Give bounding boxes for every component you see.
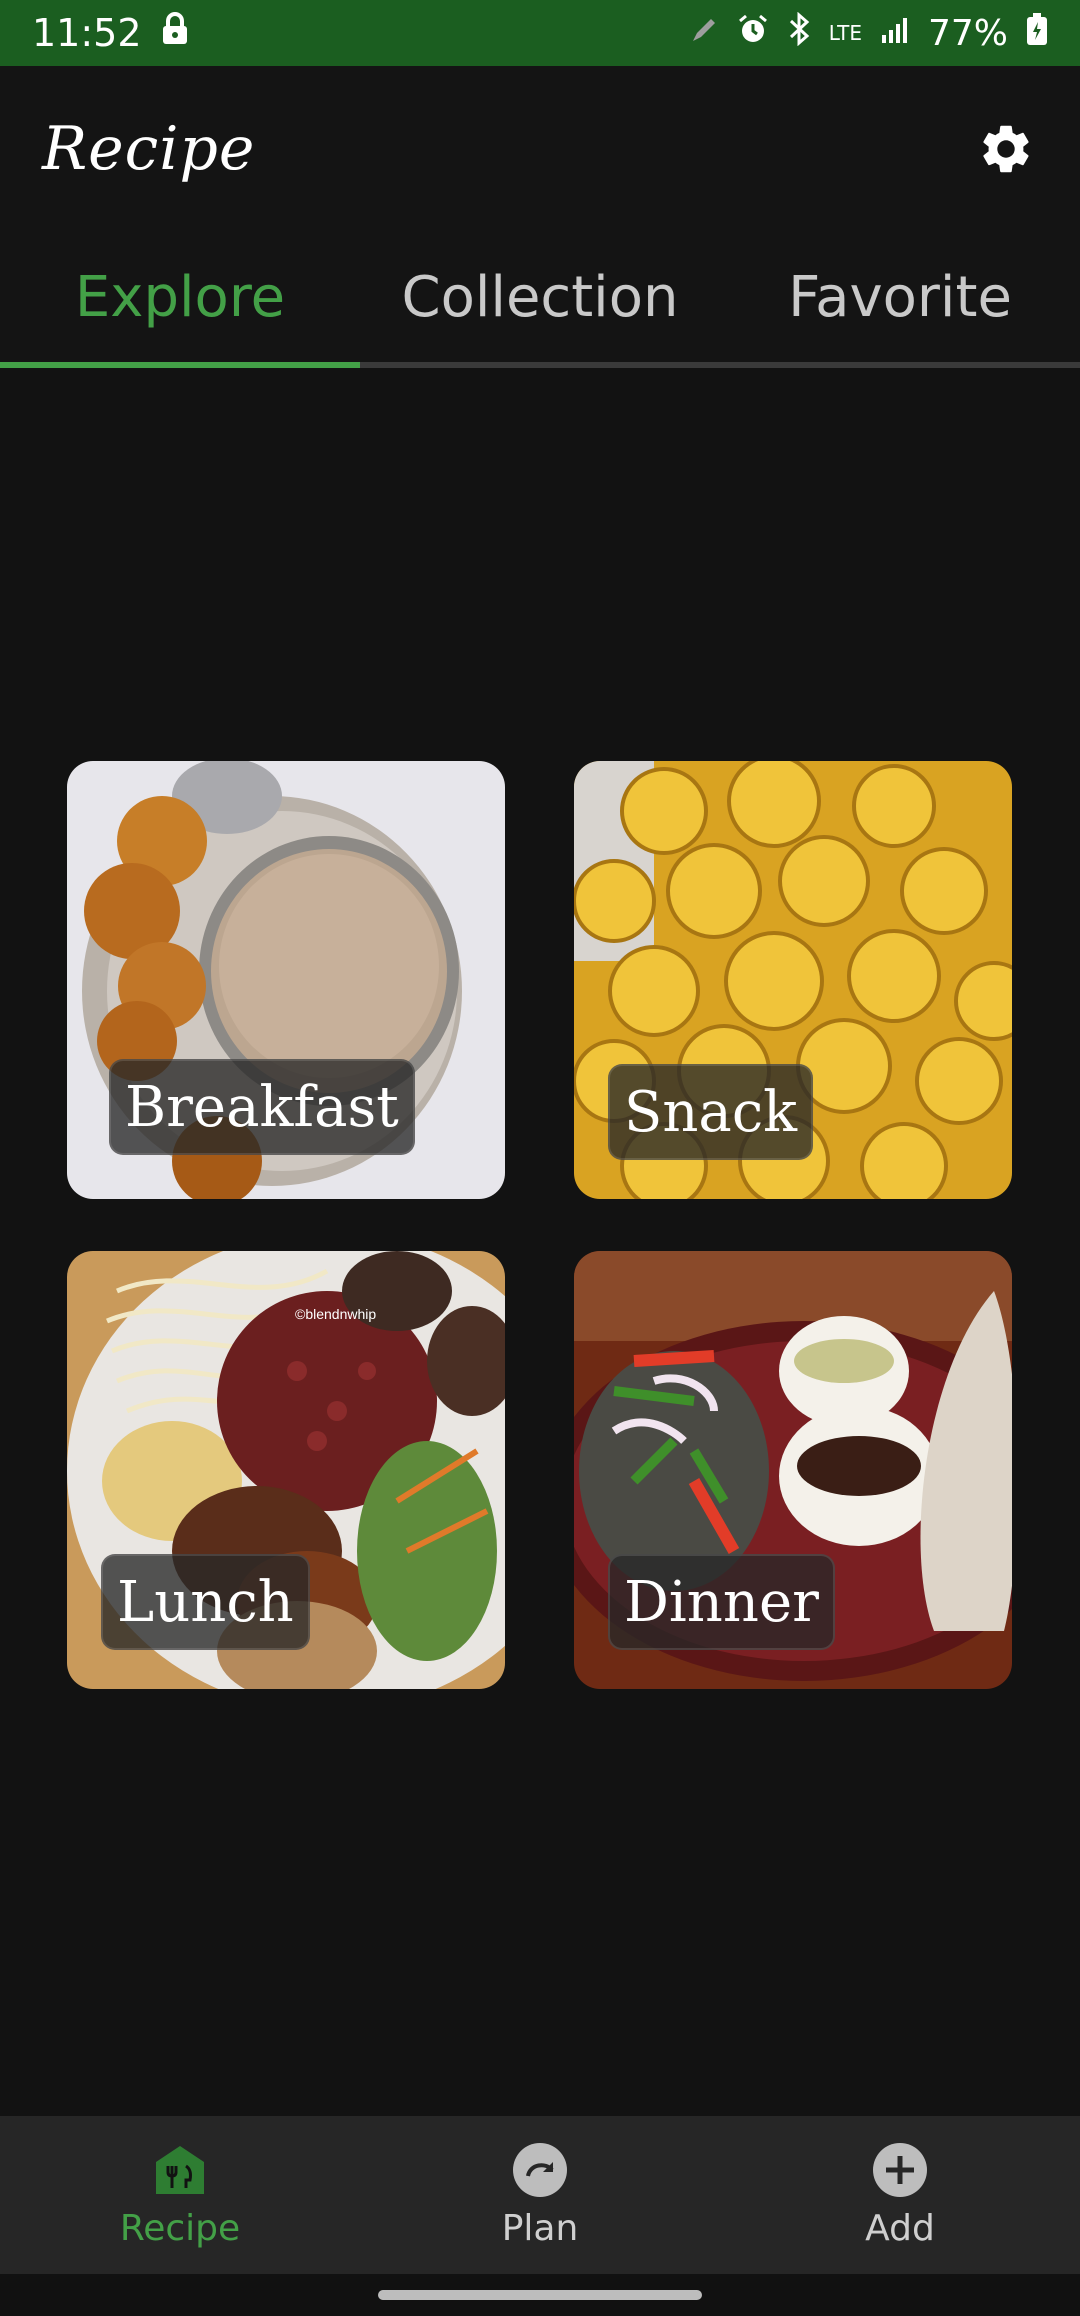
network-type-label: LTE: [828, 21, 862, 45]
nav-add[interactable]: Add: [720, 2116, 1080, 2274]
home-indicator[interactable]: [378, 2290, 702, 2300]
pencil-icon: [689, 13, 719, 54]
status-bar: 11:52 LTE 77%: [0, 0, 1080, 66]
category-label: Dinner: [608, 1554, 835, 1650]
bluetooth-icon: [787, 11, 811, 55]
category-card-lunch[interactable]: ©blendnwhip Lunch: [67, 1251, 505, 1689]
app-title: Recipe: [42, 114, 256, 184]
plus-circle-icon: [873, 2142, 927, 2197]
bottom-navigation: Recipe Plan Add: [0, 2116, 1080, 2274]
redo-circle-icon: [513, 2142, 567, 2197]
status-time: 11:52: [32, 11, 142, 55]
nav-add-label: Add: [865, 2207, 935, 2249]
battery-percent: 77%: [927, 12, 1008, 54]
category-card-breakfast[interactable]: Breakfast: [67, 761, 505, 1199]
gear-icon: [983, 125, 1029, 173]
category-label: Breakfast: [109, 1059, 415, 1155]
home-fork-knife-icon: [156, 2145, 204, 2194]
settings-button[interactable]: [974, 117, 1038, 181]
signal-icon: [880, 13, 910, 54]
tab-bar: Explore Collection Favorite: [0, 232, 1080, 368]
battery-icon: [1026, 12, 1048, 55]
app-bar: Recipe: [0, 66, 1080, 232]
tab-collection[interactable]: Collection: [360, 232, 720, 362]
alarm-icon: [737, 13, 769, 54]
category-card-dinner[interactable]: Dinner: [574, 1251, 1012, 1689]
nav-plan[interactable]: Plan: [360, 2116, 720, 2274]
tab-favorite[interactable]: Favorite: [720, 232, 1080, 362]
tab-explore[interactable]: Explore: [0, 232, 360, 368]
lock-icon: [160, 11, 190, 55]
category-card-snack[interactable]: Snack: [574, 761, 1012, 1199]
watermark-text: ©blendnwhip: [295, 1306, 376, 1322]
category-label: Lunch: [101, 1554, 310, 1650]
category-label: Snack: [608, 1064, 814, 1160]
nav-recipe-label: Recipe: [119, 2207, 241, 2249]
nav-plan-label: Plan: [501, 2207, 579, 2249]
nav-recipe[interactable]: Recipe: [0, 2116, 360, 2274]
